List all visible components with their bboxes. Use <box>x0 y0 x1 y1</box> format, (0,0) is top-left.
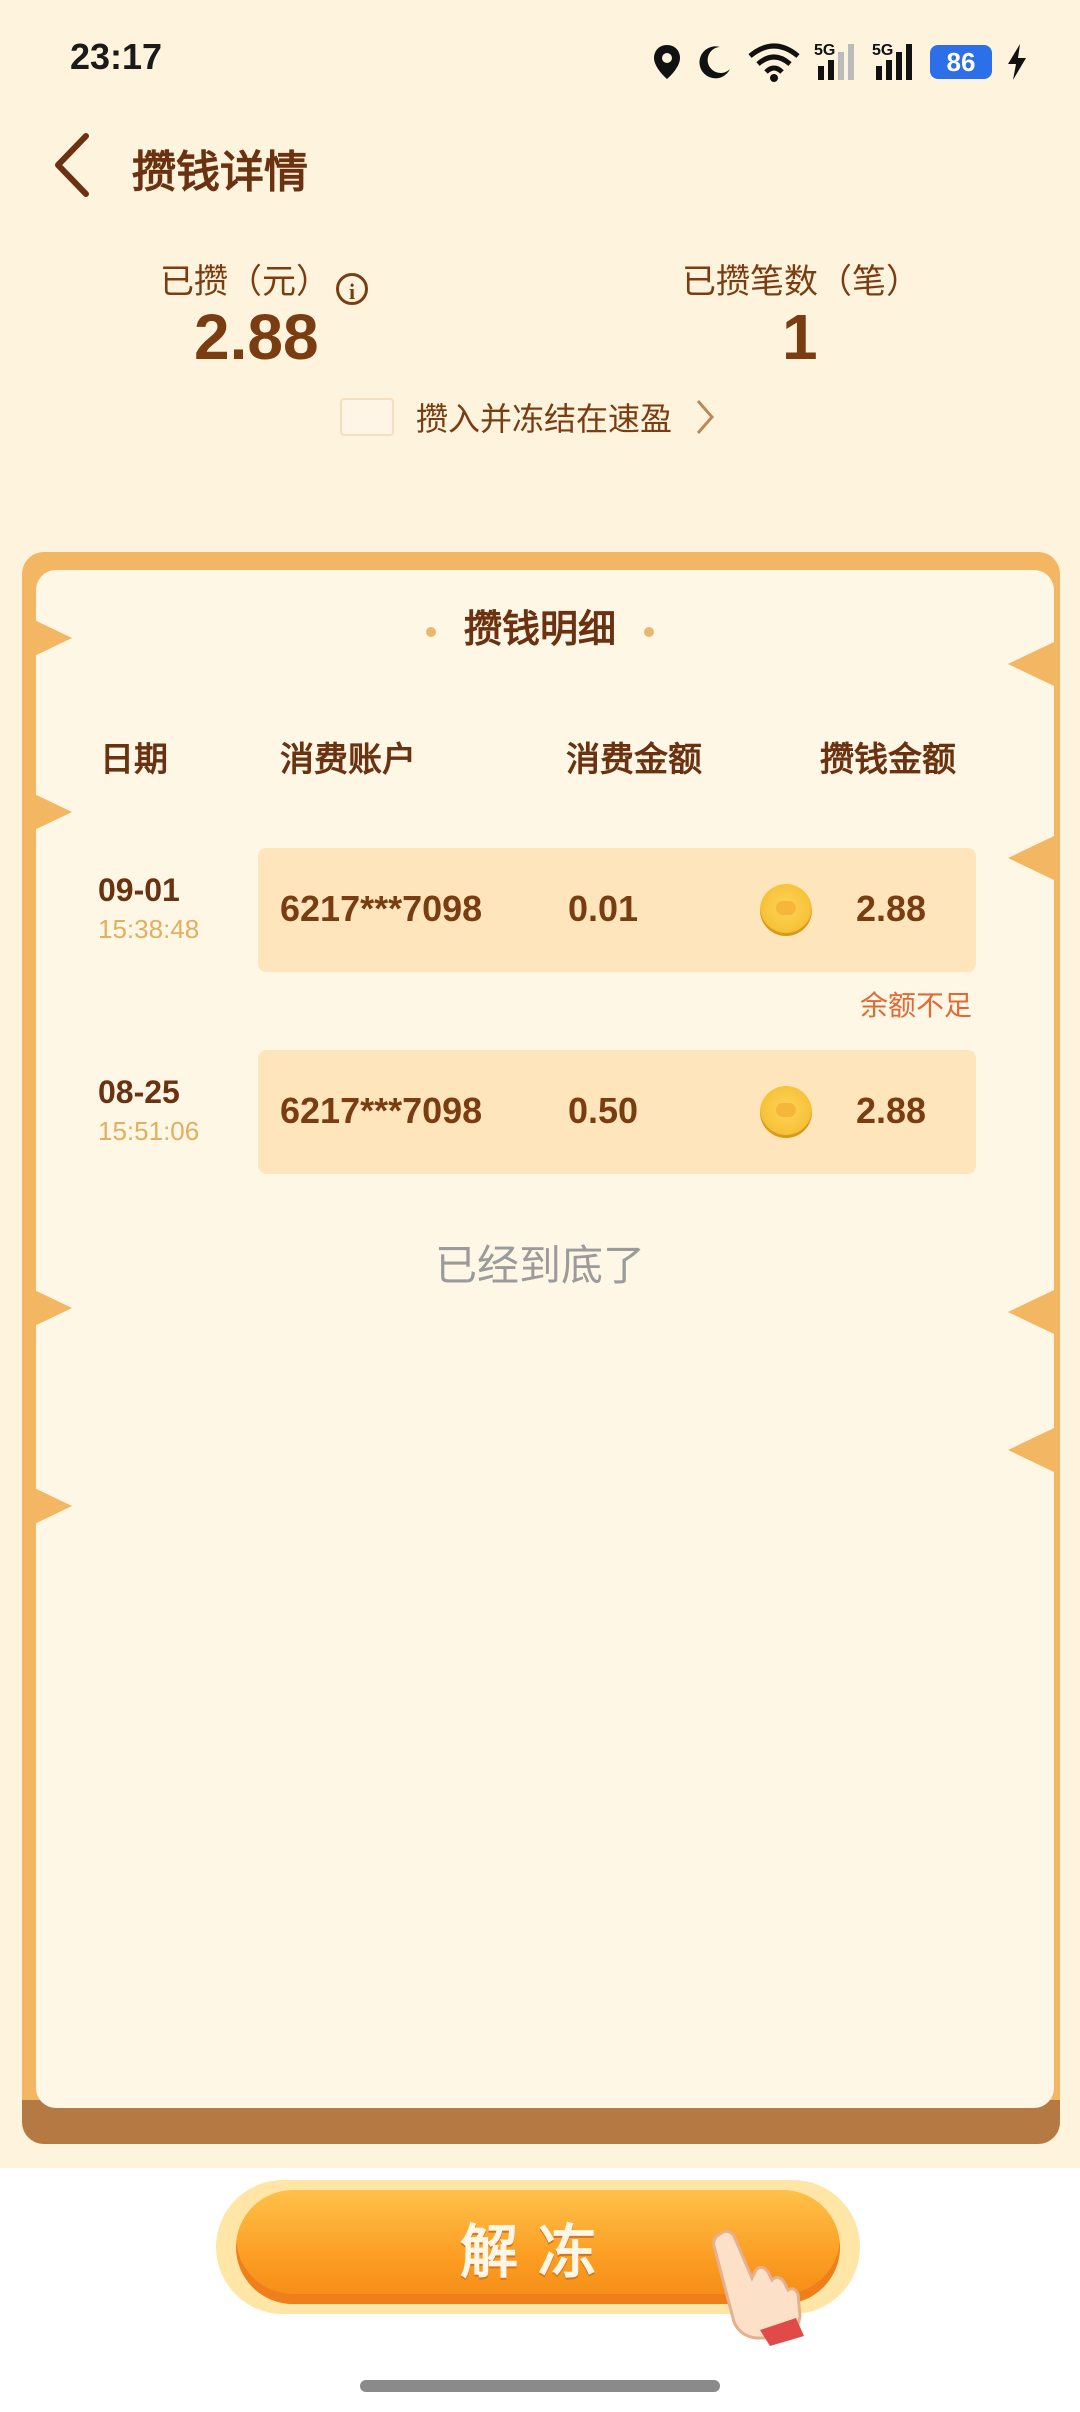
battery-indicator: 86 <box>930 45 992 79</box>
signal-icon <box>818 44 854 80</box>
pointing-hand-icon <box>712 2229 804 2346</box>
detail-title: 攒钱明细 <box>463 607 616 651</box>
chevron-right-icon <box>696 400 715 434</box>
card-icon <box>340 398 394 436</box>
column-header-date: 日期 <box>100 740 168 780</box>
decor-spike <box>26 790 72 834</box>
page-title: 攒钱详情 <box>132 147 308 198</box>
saved-count-value: 1 <box>782 301 818 373</box>
row-amount: 0.01 <box>568 888 639 929</box>
chevron-left-icon <box>55 133 89 197</box>
row-note: 余额不足 <box>860 989 973 1022</box>
info-icon[interactable]: i <box>336 272 368 305</box>
saved-amount-value: 2.88 <box>194 301 319 373</box>
signal-icon <box>876 44 912 80</box>
status-icons: 5G 5G 86 <box>652 38 1028 86</box>
back-button[interactable] <box>44 130 104 200</box>
decor-dot <box>425 626 436 637</box>
charging-icon <box>1008 44 1026 80</box>
row-amount: 0.50 <box>568 1090 639 1131</box>
coin-icon <box>760 884 812 936</box>
location-icon <box>654 45 680 79</box>
moon-icon <box>699 46 730 79</box>
signal-2: 5G <box>872 42 916 82</box>
status-time: 23:17 <box>70 36 163 77</box>
saved-count-label: 已攒笔数（笔） <box>682 262 920 302</box>
signal-1: 5G <box>814 42 858 82</box>
saved-amount-label-row: 已攒（元） i <box>160 254 368 305</box>
decor-dot <box>644 626 654 637</box>
frozen-link[interactable]: 攒入并冻结在速盈 <box>340 392 716 442</box>
saved-amount-block: 已攒（元） i <box>160 254 368 305</box>
coin-icon <box>760 1086 812 1138</box>
row-saved: 2.88 <box>856 888 927 929</box>
home-indicator[interactable] <box>360 2380 720 2392</box>
detail-panel <box>36 570 1054 2108</box>
row-account: 6217***7098 <box>280 888 483 929</box>
wifi-icon <box>748 43 800 82</box>
row-account: 6217***7098 <box>280 1090 483 1131</box>
row-saved: 2.88 <box>856 1090 927 1131</box>
saved-amount-label: 已攒（元） <box>160 262 330 302</box>
column-header-amount: 消费金额 <box>566 740 702 780</box>
column-header-account: 消费账户 <box>280 740 416 780</box>
end-of-list-text: 已经到底了 <box>434 1241 645 1290</box>
column-header-saved: 攒钱金额 <box>820 740 956 780</box>
decor-spike <box>1008 1428 1054 1472</box>
row-time: 15:38:48 <box>98 914 200 944</box>
row-time: 15:51:06 <box>98 1116 200 1146</box>
decor-spike <box>1008 836 1054 880</box>
decor-spike <box>1008 1290 1054 1334</box>
detail-title-row: 攒钱明细 <box>0 598 1080 653</box>
row-date: 09-01 <box>98 872 180 908</box>
decor-spike <box>26 1484 72 1528</box>
row-date: 08-25 <box>98 1074 180 1110</box>
frozen-link-label: 攒入并冻结在速盈 <box>416 400 673 438</box>
